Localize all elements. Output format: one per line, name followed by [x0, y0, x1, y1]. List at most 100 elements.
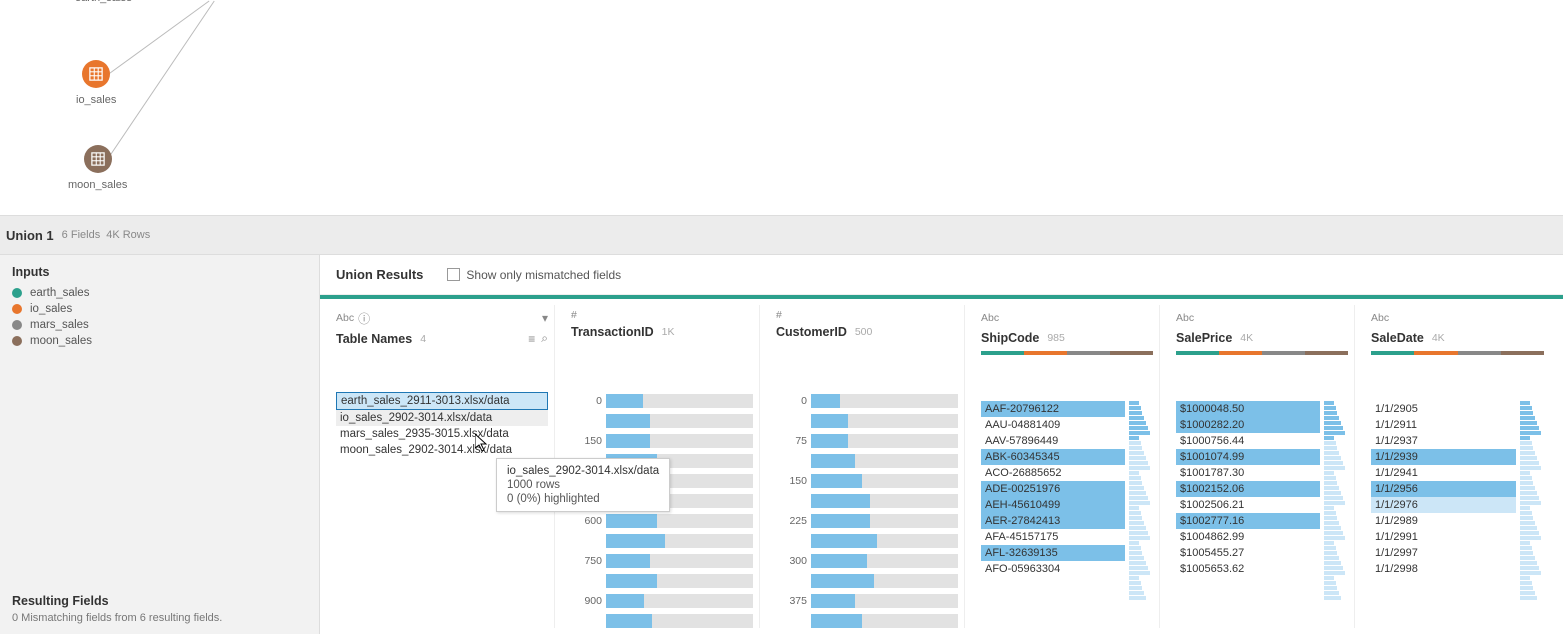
histogram-bar[interactable]: [571, 611, 753, 631]
input-item[interactable]: io_sales: [12, 303, 307, 315]
histogram-bar[interactable]: [776, 451, 958, 471]
table-name-item[interactable]: earth_sales_2911-3013.xlsx/data: [336, 392, 548, 410]
dropdown-icon[interactable]: ▾: [542, 311, 548, 325]
histogram-bar[interactable]: 750: [571, 551, 753, 571]
value-item[interactable]: 1/1/2997: [1371, 545, 1516, 561]
value-item[interactable]: $1000048.50: [1176, 401, 1320, 417]
histogram-bar[interactable]: 150: [571, 431, 753, 451]
field-color-bar: [981, 351, 1153, 355]
value-item[interactable]: $1005455.27: [1176, 545, 1320, 561]
mini-bar: [1129, 571, 1150, 575]
field-card-saleprice[interactable]: Abc SalePrice 4K $1000048.50$1000282.20$…: [1170, 305, 1355, 628]
value-item[interactable]: 1/1/2991: [1371, 529, 1516, 545]
value-item[interactable]: 1/1/2998: [1371, 561, 1516, 577]
mini-bar: [1129, 546, 1141, 550]
histogram-bar[interactable]: 900: [571, 591, 753, 611]
histogram-bar[interactable]: [571, 531, 753, 551]
value-item[interactable]: 1/1/2989: [1371, 513, 1516, 529]
value-item[interactable]: $1000282.20: [1176, 417, 1320, 433]
field-card-saledate[interactable]: Abc SaleDate 4K 1/1/29051/1/29111/1/2937…: [1365, 305, 1550, 628]
mini-bar: [1520, 521, 1535, 525]
table-name-item[interactable]: mars_sales_2935-3015.xlsx/data: [336, 426, 548, 442]
histogram-bar[interactable]: 300: [776, 551, 958, 571]
value-item[interactable]: ADE-00251976: [981, 481, 1125, 497]
mini-histogram[interactable]: [1324, 401, 1348, 624]
value-list[interactable]: AAF-20796122AAU-04881409AAV-57896449ABK-…: [981, 401, 1125, 624]
table-name-item[interactable]: io_sales_2902-3014.xlsx/data: [336, 410, 548, 426]
histogram-bar[interactable]: [776, 571, 958, 591]
histogram-bar[interactable]: 375: [776, 591, 958, 611]
input-item[interactable]: mars_sales: [12, 319, 307, 331]
value-item[interactable]: 1/1/2939: [1371, 449, 1516, 465]
value-item[interactable]: 1/1/2911: [1371, 417, 1516, 433]
mini-bar: [1129, 566, 1148, 570]
summary-title: Union 1: [6, 228, 54, 243]
mini-bar: [1129, 581, 1141, 585]
sort-icon[interactable]: ≡: [528, 332, 535, 346]
value-item[interactable]: ABK-60345345: [981, 449, 1125, 465]
value-item[interactable]: $1002506.21: [1176, 497, 1320, 513]
value-item[interactable]: AER-27842413: [981, 513, 1125, 529]
histogram[interactable]: 075150225300375450525: [776, 391, 958, 634]
input-item[interactable]: earth_sales: [12, 287, 307, 299]
histogram-bar[interactable]: [776, 491, 958, 511]
value-item[interactable]: $1002777.16: [1176, 513, 1320, 529]
value-item[interactable]: $1005653.62: [1176, 561, 1320, 577]
histogram-bar[interactable]: [776, 411, 958, 431]
mini-histogram[interactable]: [1129, 401, 1153, 624]
input-label: io_sales: [30, 303, 72, 315]
mini-bar: [1129, 411, 1142, 415]
value-item[interactable]: AFL-32639135: [981, 545, 1125, 561]
histogram-bar[interactable]: [776, 531, 958, 551]
flow-canvas[interactable]: earth_sales io_sales moon_sales Union 1: [0, 0, 1563, 215]
histogram-bar[interactable]: 75: [776, 431, 958, 451]
flow-node-earth-sales[interactable]: earth_sales: [75, 0, 132, 4]
bin-label: 150: [571, 435, 606, 447]
table-name-item[interactable]: moon_sales_2902-3014.xlsx/data: [336, 442, 548, 458]
value-item[interactable]: $1002152.06: [1176, 481, 1320, 497]
value-item[interactable]: AAU-04881409: [981, 417, 1125, 433]
value-item[interactable]: 1/1/2976: [1371, 497, 1516, 513]
value-item[interactable]: 1/1/2937: [1371, 433, 1516, 449]
field-card-shipcode[interactable]: Abc ShipCode 985 AAF-20796122AAU-0488140…: [975, 305, 1160, 628]
inputs-panel: Inputs earth_salesio_salesmars_salesmoon…: [0, 255, 320, 634]
value-item[interactable]: 1/1/2956: [1371, 481, 1516, 497]
value-item[interactable]: $1001074.99: [1176, 449, 1320, 465]
histogram-bar[interactable]: 0: [571, 391, 753, 411]
field-card-customerid[interactable]: # CustomerID 500 075150225300375450525: [770, 305, 965, 628]
value-item[interactable]: 1/1/2941: [1371, 465, 1516, 481]
mini-bar: [1520, 471, 1530, 475]
mini-bar: [1324, 471, 1334, 475]
value-item[interactable]: 1/1/2905: [1371, 401, 1516, 417]
type-label: Abc: [981, 312, 999, 324]
value-item[interactable]: AEH-45610499: [981, 497, 1125, 513]
histogram-bar[interactable]: [776, 611, 958, 631]
value-item[interactable]: AAV-57896449: [981, 433, 1125, 449]
value-item[interactable]: AFA-45157175: [981, 529, 1125, 545]
search-icon[interactable]: ⌕: [541, 331, 548, 346]
value-list[interactable]: $1000048.50$1000282.20$1000756.44$100107…: [1176, 401, 1320, 624]
value-item[interactable]: $1001787.30: [1176, 465, 1320, 481]
value-item[interactable]: $1004862.99: [1176, 529, 1320, 545]
info-icon[interactable]: ⓘ: [358, 310, 370, 327]
value-item[interactable]: $1000756.44: [1176, 433, 1320, 449]
value-item[interactable]: AAF-20796122: [981, 401, 1125, 417]
mini-bar: [1129, 446, 1142, 450]
histogram-bar[interactable]: 600: [571, 511, 753, 531]
input-item[interactable]: moon_sales: [12, 335, 307, 347]
histogram-bar[interactable]: 0: [776, 391, 958, 411]
value-list[interactable]: 1/1/29051/1/29111/1/29371/1/29391/1/2941…: [1371, 401, 1516, 624]
mini-histogram[interactable]: [1520, 401, 1544, 624]
histogram-bar[interactable]: [571, 571, 753, 591]
value-item[interactable]: AFO-05963304: [981, 561, 1125, 577]
histogram-bar[interactable]: 225: [776, 511, 958, 531]
histogram-bar[interactable]: 150: [776, 471, 958, 491]
mismatch-checkbox[interactable]: [447, 268, 460, 281]
flow-node-moon-sales[interactable]: moon_sales: [68, 145, 127, 191]
mini-bar: [1324, 581, 1336, 585]
value-item[interactable]: ACO-26885652: [981, 465, 1125, 481]
histogram[interactable]: 01506007509001,050: [571, 391, 753, 634]
mini-bar: [1520, 531, 1539, 535]
flow-node-io-sales[interactable]: io_sales: [76, 60, 116, 106]
histogram-bar[interactable]: [571, 411, 753, 431]
